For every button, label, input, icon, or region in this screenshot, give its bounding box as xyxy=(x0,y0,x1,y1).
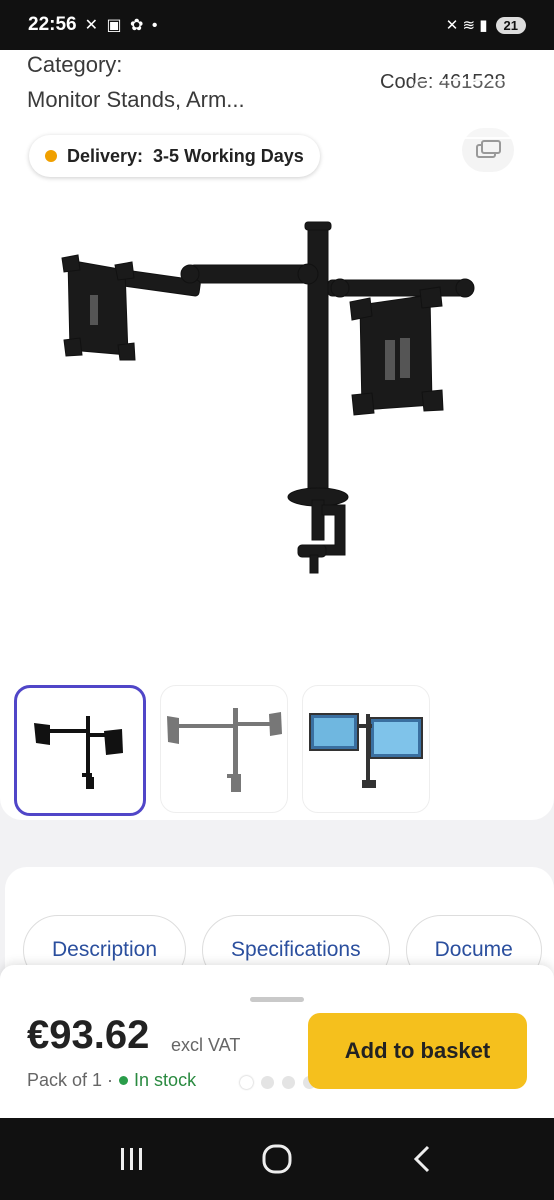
pack-size: Pack of 1 · xyxy=(27,1070,114,1090)
notification-icons: ✕ ▣ ✿ • xyxy=(84,17,160,34)
pager-dot[interactable] xyxy=(282,1076,295,1089)
add-to-basket-button[interactable]: Add to basket xyxy=(308,1013,527,1089)
thumbnail-3[interactable] xyxy=(302,685,430,813)
category-value[interactable]: Monitor Stands, Arm... xyxy=(27,87,245,113)
home-icon[interactable] xyxy=(247,1129,307,1189)
stock-dot-icon xyxy=(119,1076,129,1085)
image-pager xyxy=(240,1076,316,1089)
system-icons: ✕ ≋ ▮ xyxy=(445,17,488,34)
purchase-bar: €93.62 excl VAT Pack of 1 · In stock Add… xyxy=(0,965,554,1118)
delivery-dot-icon xyxy=(45,150,57,162)
delivery-info: Delivery: 3-5 Working Days xyxy=(29,135,320,177)
close-button[interactable]: Close xyxy=(414,79,525,139)
pack-stock-line: Pack of 1 · In stock xyxy=(27,1070,196,1091)
thumbnail-2[interactable] xyxy=(160,685,288,813)
android-nav-bar xyxy=(0,1118,554,1200)
status-left: 22:56 ✕ ▣ ✿ • xyxy=(28,14,159,36)
status-time: 22:56 xyxy=(28,14,77,35)
back-icon[interactable] xyxy=(392,1129,452,1189)
delivery-value: 3-5 Working Days xyxy=(153,145,304,166)
pager-dot[interactable] xyxy=(261,1076,274,1089)
status-bar: 22:56 ✕ ▣ ✿ • ✕ ≋ ▮ 21 xyxy=(0,0,554,50)
category-label: Category: xyxy=(27,52,123,77)
thumbnail-1[interactable] xyxy=(14,685,146,816)
product-page: Category: Monitor Stands, Arm... Code: 4… xyxy=(0,50,554,1118)
product-card: Category: Monitor Stands, Arm... Code: 4… xyxy=(0,50,554,820)
battery-indicator: 21 xyxy=(495,16,526,34)
status-right: ✕ ≋ ▮ 21 xyxy=(446,16,526,34)
vat-note: excl VAT xyxy=(171,1035,241,1055)
recents-icon[interactable] xyxy=(102,1129,162,1189)
thumbnail-strip xyxy=(14,685,430,816)
stock-status: In stock xyxy=(134,1070,197,1090)
pager-dot[interactable] xyxy=(240,1076,253,1089)
drag-handle[interactable] xyxy=(250,997,304,1002)
product-main-image[interactable] xyxy=(40,210,510,590)
delivery-label: Delivery: xyxy=(67,145,144,166)
price: €93.62 xyxy=(27,1013,150,1057)
